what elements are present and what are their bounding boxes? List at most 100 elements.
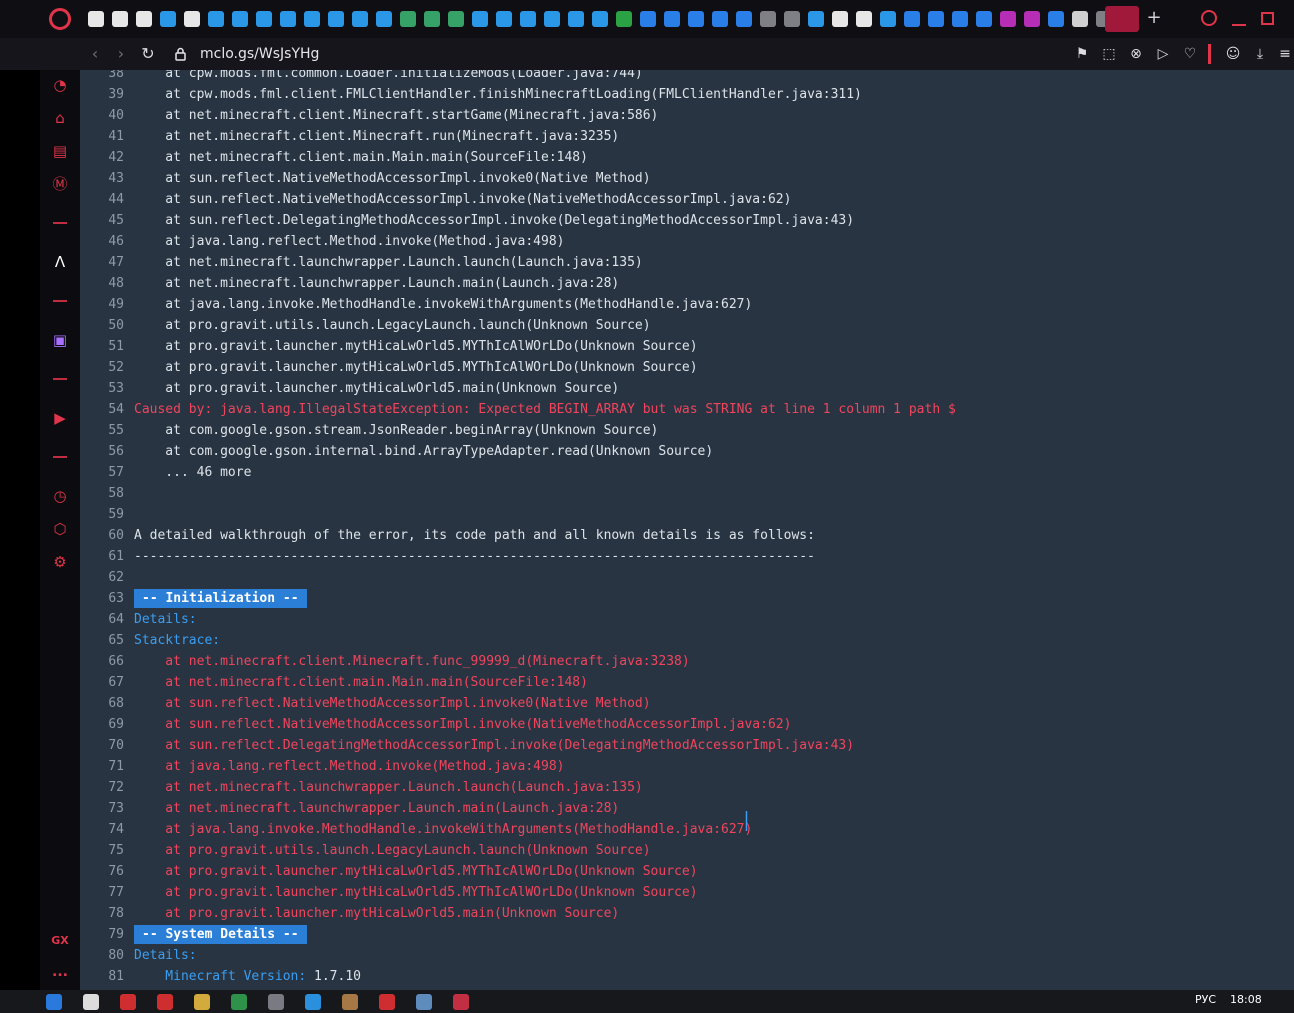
tab-favicon-icon[interactable] bbox=[976, 11, 992, 27]
clock[interactable]: 18:08 bbox=[1230, 993, 1262, 1006]
download-icon[interactable]: ⤓ bbox=[1251, 45, 1269, 63]
taskbar-app-icon[interactable] bbox=[120, 994, 136, 1010]
mail-icon[interactable]: Ⓜ bbox=[50, 174, 70, 194]
tab-favicon-icon[interactable] bbox=[424, 11, 440, 27]
taskbar-app-icon[interactable] bbox=[268, 994, 284, 1010]
tab-favicon-icon[interactable] bbox=[232, 11, 248, 27]
tab-favicon-icon[interactable] bbox=[664, 11, 680, 27]
heart-icon[interactable]: ♡ bbox=[1181, 45, 1199, 63]
line-number[interactable]: 44 bbox=[80, 189, 124, 210]
line-number[interactable]: 55 bbox=[80, 420, 124, 441]
tab-favicon-icon[interactable] bbox=[352, 11, 368, 27]
back-icon[interactable]: ‹ bbox=[85, 38, 105, 70]
tab-favicon-icon[interactable] bbox=[640, 11, 656, 27]
active-tab[interactable] bbox=[1105, 6, 1139, 32]
taskbar-app-icon[interactable] bbox=[342, 994, 358, 1010]
line-number[interactable]: 76 bbox=[80, 861, 124, 882]
line-number[interactable]: 62 bbox=[80, 567, 124, 588]
line-number[interactable]: 54 bbox=[80, 399, 124, 420]
minimize-icon[interactable] bbox=[1232, 24, 1246, 26]
settings-icon[interactable]: ⚙ bbox=[50, 552, 70, 572]
tab-favicon-icon[interactable] bbox=[592, 11, 608, 27]
line-number[interactable]: 45 bbox=[80, 210, 124, 231]
tab-favicon-icon[interactable] bbox=[520, 11, 536, 27]
tab-favicon-icon[interactable] bbox=[928, 11, 944, 27]
history-icon[interactable]: ◷ bbox=[50, 486, 70, 506]
tab-favicon-icon[interactable] bbox=[712, 11, 728, 27]
tab-favicon-icon[interactable] bbox=[160, 11, 176, 27]
tab-favicon-icon[interactable] bbox=[1000, 11, 1016, 27]
url-field[interactable]: mclo.gs/WsJsYHg bbox=[200, 38, 319, 70]
tab-favicon-icon[interactable] bbox=[472, 11, 488, 27]
tab-favicon-icon[interactable] bbox=[568, 11, 584, 27]
twitch-icon[interactable]: ▣ bbox=[50, 330, 70, 350]
taskbar-app-icon[interactable] bbox=[194, 994, 210, 1010]
line-number[interactable]: 61 bbox=[80, 546, 124, 567]
tab-favicon-icon[interactable] bbox=[400, 11, 416, 27]
line-number[interactable]: 43 bbox=[80, 168, 124, 189]
taskbar-app-icon[interactable] bbox=[83, 994, 99, 1010]
line-number[interactable]: 59 bbox=[80, 504, 124, 525]
tab-favicon-icon[interactable] bbox=[184, 11, 200, 27]
speed-dial-icon[interactable]: ◔ bbox=[50, 75, 70, 95]
account-icon[interactable]: ☺ bbox=[1224, 45, 1242, 63]
line-number[interactable]: 72 bbox=[80, 777, 124, 798]
line-number[interactable]: 58 bbox=[80, 483, 124, 504]
tab-favicon-icon[interactable] bbox=[328, 11, 344, 27]
line-number[interactable]: 63 bbox=[80, 588, 124, 609]
more-icon[interactable]: ... bbox=[50, 964, 70, 980]
line-number[interactable]: 73 bbox=[80, 798, 124, 819]
line-number[interactable]: 56 bbox=[80, 441, 124, 462]
tab-favicon-icon[interactable] bbox=[304, 11, 320, 27]
tab-favicon-icon[interactable] bbox=[736, 11, 752, 27]
aria-icon[interactable]: Λ bbox=[50, 252, 70, 272]
taskbar-app-icon[interactable] bbox=[157, 994, 173, 1010]
tab-favicon-icon[interactable] bbox=[808, 11, 824, 27]
opera-logo-icon[interactable] bbox=[49, 8, 71, 30]
line-number[interactable]: 70 bbox=[80, 735, 124, 756]
line-number[interactable]: 69 bbox=[80, 714, 124, 735]
tab-favicon-icon[interactable] bbox=[1048, 11, 1064, 27]
reload-icon[interactable]: ↻ bbox=[138, 38, 158, 70]
tab-favicon-icon[interactable] bbox=[904, 11, 920, 27]
line-number[interactable]: 64 bbox=[80, 609, 124, 630]
line-number[interactable]: 51 bbox=[80, 336, 124, 357]
extensions-icon[interactable]: ⬡ bbox=[50, 519, 70, 539]
tab-favicon-icon[interactable] bbox=[448, 11, 464, 27]
line-number[interactable]: 39 bbox=[80, 84, 124, 105]
line-number[interactable]: 80 bbox=[80, 945, 124, 966]
taskbar-app-icon[interactable] bbox=[416, 994, 432, 1010]
line-number[interactable]: 74 bbox=[80, 819, 124, 840]
menu-icon[interactable]: ≡ bbox=[1276, 45, 1294, 63]
news-icon[interactable]: ▤ bbox=[50, 141, 70, 161]
tab-favicon-icon[interactable] bbox=[1024, 11, 1040, 27]
line-number[interactable]: 52 bbox=[80, 357, 124, 378]
line-number[interactable]: 41 bbox=[80, 126, 124, 147]
line-number[interactable]: 68 bbox=[80, 693, 124, 714]
send-icon[interactable]: ▷ bbox=[1154, 45, 1172, 63]
tab-favicon-icon[interactable] bbox=[1072, 11, 1088, 27]
line-number[interactable]: 77 bbox=[80, 882, 124, 903]
line-number[interactable]: 49 bbox=[80, 294, 124, 315]
maximize-icon[interactable] bbox=[1261, 12, 1274, 25]
taskbar-app-icon[interactable] bbox=[453, 994, 469, 1010]
line-number[interactable]: 48 bbox=[80, 273, 124, 294]
line-number[interactable]: 50 bbox=[80, 315, 124, 336]
line-number[interactable]: 46 bbox=[80, 231, 124, 252]
bag-icon[interactable]: ⌂ bbox=[50, 108, 70, 128]
block-icon[interactable]: ⊗ bbox=[1127, 45, 1145, 63]
tab-favicon-icon[interactable] bbox=[856, 11, 872, 27]
line-number[interactable]: 75 bbox=[80, 840, 124, 861]
tab-favicon-icon[interactable] bbox=[376, 11, 392, 27]
line-number[interactable]: 57 bbox=[80, 462, 124, 483]
line-number[interactable]: 66 bbox=[80, 651, 124, 672]
line-number[interactable]: 47 bbox=[80, 252, 124, 273]
line-number[interactable]: 42 bbox=[80, 147, 124, 168]
new-tab-button[interactable]: + bbox=[1145, 9, 1163, 27]
tab-favicon-icon[interactable] bbox=[832, 11, 848, 27]
tab-favicon-icon[interactable] bbox=[616, 11, 632, 27]
line-number[interactable]: 81 bbox=[80, 966, 124, 987]
tab-favicon-icon[interactable] bbox=[88, 11, 104, 27]
tab-favicon-icon[interactable] bbox=[784, 11, 800, 27]
tab-favicon-icon[interactable] bbox=[208, 11, 224, 27]
